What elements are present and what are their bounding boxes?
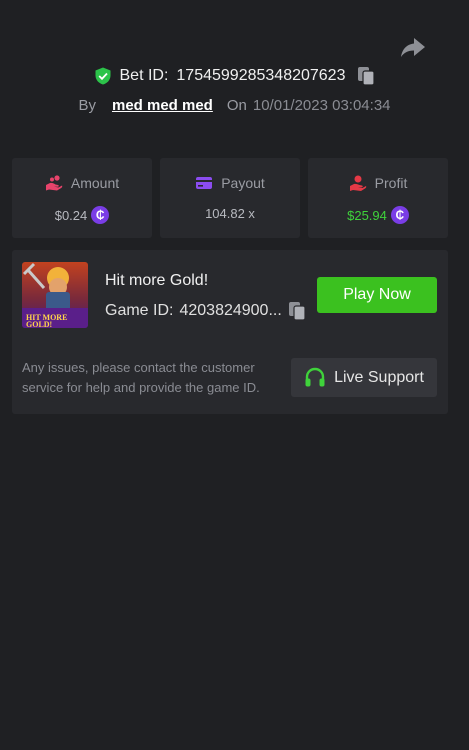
profit-value: $25.94 (347, 207, 387, 223)
game-thumbnail[interactable]: HIT MORE GOLD! (22, 262, 88, 328)
copy-game-id-icon[interactable] (288, 301, 306, 321)
hand-money-icon (349, 175, 366, 191)
payout-label: Payout (221, 175, 265, 191)
profit-card: Profit $25.94 ₵ (308, 158, 448, 238)
support-text: Any issues, please contact the customer … (22, 360, 260, 395)
payout-value: 104.82 x (205, 206, 255, 221)
svg-text:GOLD!: GOLD! (26, 320, 52, 328)
bet-date: 10/01/2023 03:04:34 (252, 97, 391, 114)
headset-icon (305, 367, 325, 386)
username-link[interactable]: med med med (112, 97, 213, 114)
amount-label: Amount (70, 175, 120, 191)
coin-icon: ₵ (390, 206, 409, 224)
game-thumbnail-image: HIT MORE GOLD! (22, 262, 88, 328)
verified-shield-icon (95, 67, 110, 85)
bet-id-row: Bet ID: 1754599285348207623 (0, 66, 469, 86)
share-icon[interactable] (400, 36, 426, 58)
bet-id-value: 1754599285348207623 (176, 67, 346, 84)
on-label: On (226, 97, 247, 114)
hand-coins-icon (45, 175, 63, 191)
payout-card: Payout 104.82 x (160, 158, 300, 238)
amount-card: Amount $0.24 ₵ (12, 158, 152, 238)
amount-value: $0.24 (54, 207, 88, 223)
game-id-value: 4203824900... (179, 302, 282, 319)
game-id-label: Game ID: (105, 302, 174, 319)
by-label: By (78, 97, 96, 114)
play-now-button[interactable]: Play Now (317, 277, 437, 313)
bet-stats: Amount $0.24 ₵ Payout 104.82 x Profit $2… (12, 158, 448, 238)
card-icon (196, 177, 213, 189)
bet-author-row: By med med med On 10/01/2023 03:04:34 (0, 97, 469, 114)
copy-bet-id-icon[interactable] (357, 66, 376, 86)
game-id-row: Game ID: 4203824900... (105, 301, 306, 321)
coin-icon: ₵ (91, 206, 110, 224)
game-card: HIT MORE GOLD! Hit more Gold! Game ID: 4… (12, 250, 448, 414)
game-title: Hit more Gold! (105, 272, 209, 289)
live-support-label: Live Support (334, 368, 424, 386)
profit-label: Profit (374, 175, 408, 191)
live-support-button[interactable]: Live Support (291, 358, 437, 397)
bet-id-label: Bet ID: (119, 67, 169, 84)
